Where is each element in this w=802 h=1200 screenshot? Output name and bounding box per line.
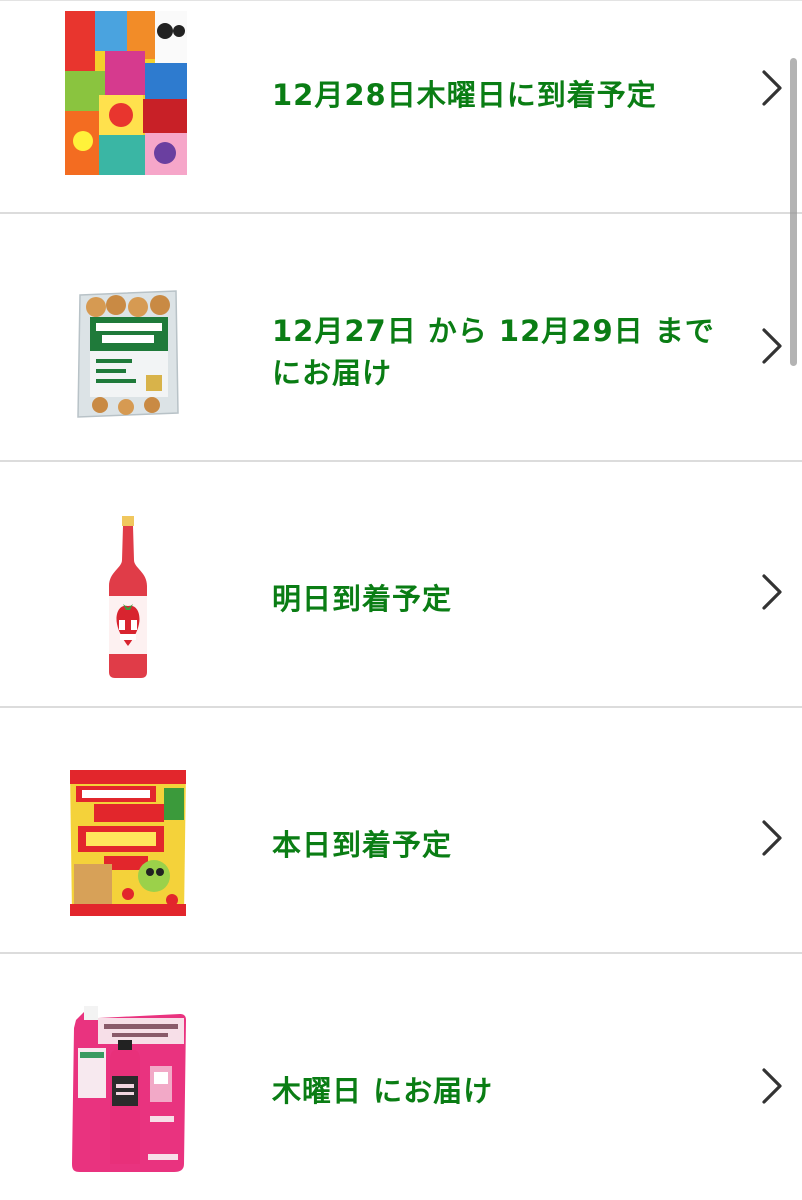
chevron-right-icon[interactable] [756, 326, 786, 366]
fried-chicken-pack-icon [77, 290, 179, 418]
chevron-right-icon[interactable] [756, 68, 786, 108]
delivery-status: 12月27日 から 12月29日 までにお届け [272, 314, 715, 390]
strawberry-liqueur-bottle-icon [109, 516, 147, 678]
chevron-right-icon[interactable] [756, 1066, 786, 1106]
chevron-right-icon[interactable] [756, 572, 786, 612]
order-row[interactable]: 本日到着予定 [0, 708, 802, 954]
order-row[interactable]: 12月27日 から 12月29日 までにお届け [0, 214, 802, 462]
candy-assortment-icon [65, 11, 187, 175]
softener-refill-pouch-icon [72, 1006, 186, 1172]
delivery-status: 本日到着予定 [272, 828, 453, 862]
product-thumbnail[interactable] [60, 516, 196, 680]
chevron-right-icon[interactable] [756, 818, 786, 858]
vertical-scrollbar[interactable] [790, 58, 797, 366]
product-thumbnail[interactable] [60, 288, 196, 420]
product-thumbnail[interactable] [60, 768, 196, 918]
product-thumbnail[interactable] [64, 10, 188, 176]
delivery-status: 明日到着予定 [272, 582, 453, 616]
order-row[interactable]: 12月28日木曜日に到着予定 [0, 0, 802, 214]
delivery-status: 木曜日 にお届け [272, 1074, 494, 1108]
product-thumbnail[interactable] [60, 1004, 196, 1174]
order-row[interactable]: 明日到着予定 [0, 462, 802, 708]
order-row[interactable]: 木曜日 にお届け [0, 954, 802, 1200]
snack-bag-icon [70, 770, 186, 916]
delivery-status: 12月28日木曜日に到着予定 [272, 78, 657, 112]
